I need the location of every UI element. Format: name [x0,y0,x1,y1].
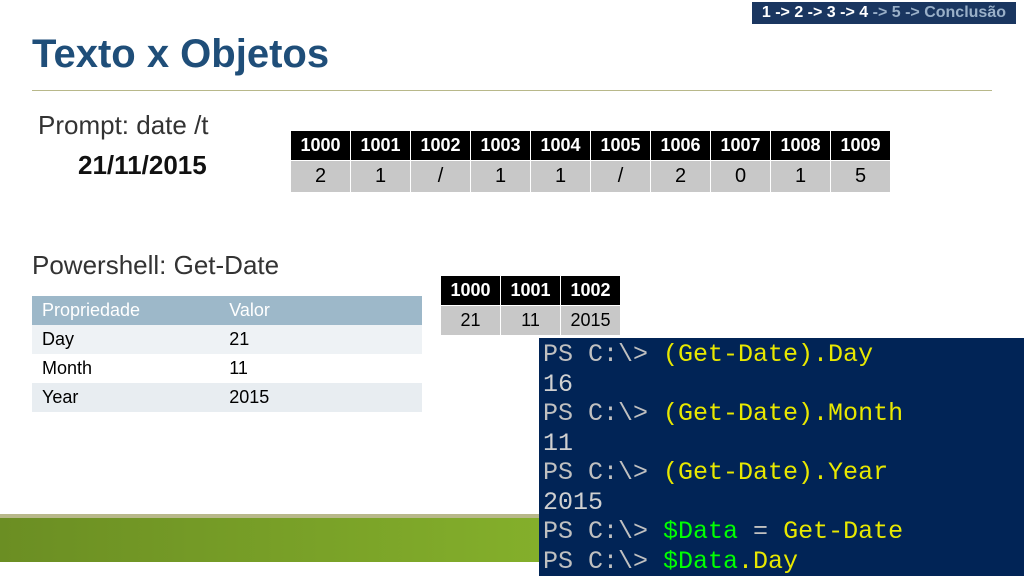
breadcrumb-step-1: 1 [762,4,771,21]
console-command: (Get-Date).Day [663,340,873,369]
mem1-cell: 5 [831,161,891,193]
property-table: Propriedade Valor Day 21 Month 11 Year 2… [32,296,422,412]
mem1-cell: 1 [351,161,411,193]
breadcrumb-step-2: -> 2 [771,4,803,21]
memory-table-object: 1000 1001 1002 21 11 2015 [440,275,621,336]
console-command: Get-Date [783,517,903,546]
console-prompt: PS C:\> [543,340,663,369]
mem1-cell: 1 [771,161,831,193]
console-variable: $Data [663,517,738,546]
prop-val: 21 [219,325,422,354]
title-divider [32,90,992,91]
mem2-cell: 21 [441,306,501,336]
mem1-header: 1009 [831,131,891,161]
console-prompt: PS C:\> [543,399,663,428]
mem1-cell: 1 [471,161,531,193]
console-output: 16 [543,370,573,399]
mem2-cell: 11 [501,306,561,336]
mem1-cell: / [411,161,471,193]
breadcrumb: 1 -> 2 -> 3 -> 4 -> 5 -> Conclusão [752,2,1016,24]
console-prompt: PS C:\> [543,517,663,546]
memory-table-text: 1000 1001 1002 1003 1004 1005 1006 1007 … [290,130,891,193]
mem2-header: 1000 [441,276,501,306]
prop-key: Month [32,354,219,383]
mem2-cell: 2015 [561,306,621,336]
breadcrumb-step-3: -> 3 [803,4,835,21]
console-prompt: PS C:\> [543,547,663,576]
console-output: 11 [543,429,573,458]
breadcrumb-step-5: -> 5 [868,4,900,21]
mem1-cell: 1 [531,161,591,193]
console-output: 2015 [543,488,603,517]
mem1-header: 1007 [711,131,771,161]
console-text: = [738,517,783,546]
prop-val: 11 [219,354,422,383]
mem1-header: 1000 [291,131,351,161]
prompt-result: 21/11/2015 [78,150,207,181]
prop-key: Day [32,325,219,354]
mem1-cell: 0 [711,161,771,193]
console-variable: $Data [663,547,738,576]
mem1-header: 1001 [351,131,411,161]
mem1-header: 1008 [771,131,831,161]
prop-key: Year [32,383,219,412]
mem1-cell: 2 [291,161,351,193]
powershell-label: Powershell: Get-Date [32,250,279,281]
prop-val: 2015 [219,383,422,412]
prompt-label: Prompt: date /t [38,110,209,141]
powershell-console: PS C:\> (Get-Date).Day 16 PS C:\> (Get-D… [539,338,1024,576]
mem2-header: 1001 [501,276,561,306]
console-prompt: PS C:\> [543,458,663,487]
prop-header-name: Propriedade [32,296,219,325]
breadcrumb-step-conclusion: -> Conclusão [901,4,1006,21]
mem2-header: 1002 [561,276,621,306]
console-command: .Day [738,547,798,576]
mem1-header: 1002 [411,131,471,161]
mem1-cell: / [591,161,651,193]
page-title: Texto x Objetos [32,32,329,77]
mem1-cell: 2 [651,161,711,193]
mem1-header: 1003 [471,131,531,161]
console-command: (Get-Date).Month [663,399,903,428]
mem1-header: 1004 [531,131,591,161]
console-command: (Get-Date).Year [663,458,888,487]
breadcrumb-step-4: -> 4 [836,4,868,21]
prop-header-value: Valor [219,296,422,325]
mem1-header: 1005 [591,131,651,161]
mem1-header: 1006 [651,131,711,161]
